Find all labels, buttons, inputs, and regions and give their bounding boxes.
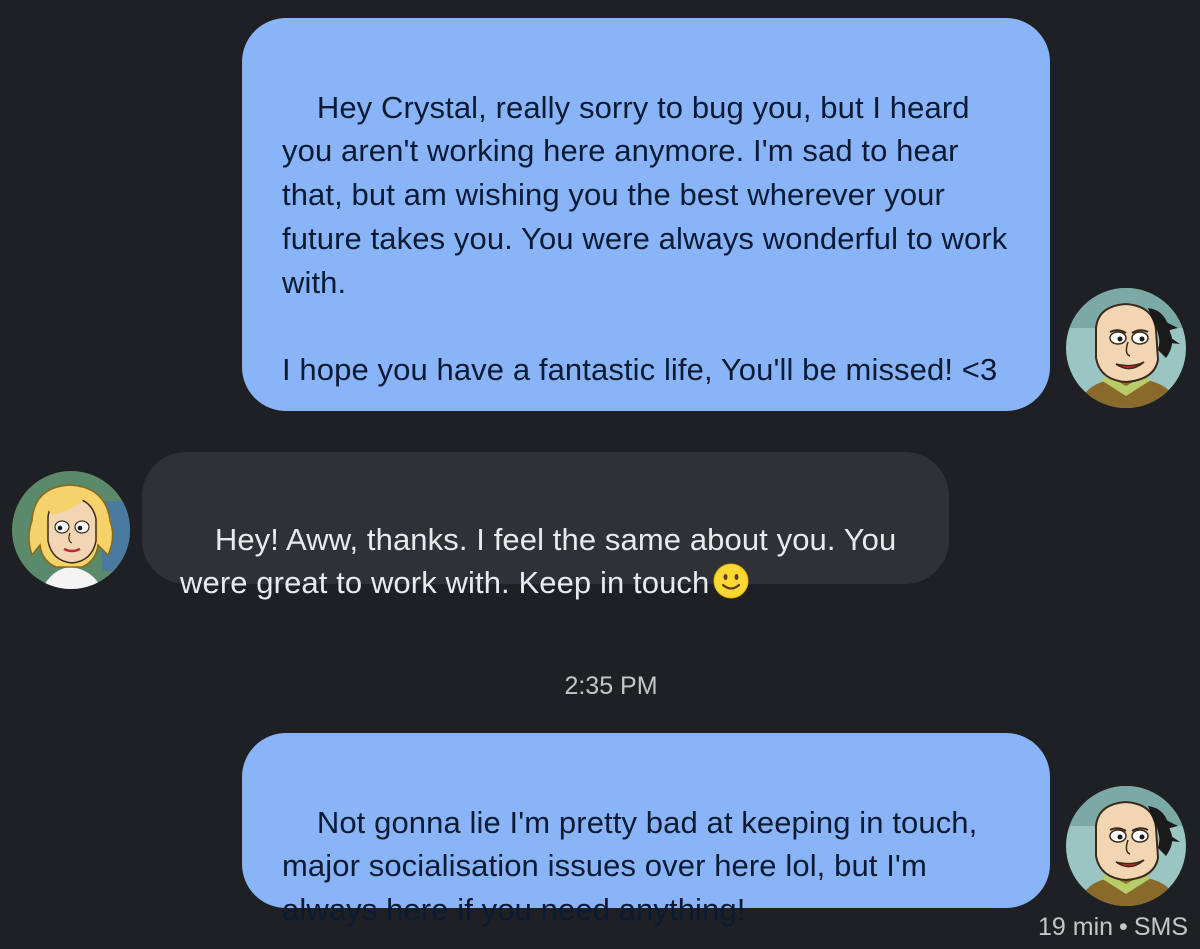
message-text: Hey! Aww, thanks. I feel the same about … — [180, 521, 906, 601]
sender-avatar[interactable] — [1066, 288, 1186, 408]
cartoon-man-avatar-icon — [1066, 288, 1186, 408]
sms-conversation: Hey Crystal, really sorry to bug you, bu… — [0, 0, 1200, 949]
message-text: Not gonna lie I'm pretty bad at keeping … — [282, 804, 987, 928]
status-type: SMS — [1133, 913, 1188, 941]
outgoing-message-bubble[interactable]: Not gonna lie I'm pretty bad at keeping … — [242, 733, 1050, 927]
conversation-timestamp: 2:35 PM — [564, 672, 658, 700]
status-time: 19 min — [1038, 913, 1114, 941]
cartoon-man-avatar-icon — [1066, 786, 1186, 906]
outgoing-message-bubble[interactable]: Hey Crystal, really sorry to bug you, bu… — [242, 18, 1050, 411]
sender-avatar[interactable] — [1066, 786, 1186, 906]
message-status: 19 min • SMS — [1038, 911, 1188, 943]
cartoon-woman-avatar-icon — [12, 471, 130, 589]
message-text: Hey Crystal, really sorry to bug you, bu… — [282, 89, 1008, 387]
status-separator: • — [1119, 913, 1128, 941]
slightly-smiling-face-icon — [713, 563, 749, 599]
incoming-message-bubble[interactable]: Hey! Aww, thanks. I feel the same about … — [142, 452, 949, 600]
contact-avatar[interactable] — [12, 471, 130, 589]
